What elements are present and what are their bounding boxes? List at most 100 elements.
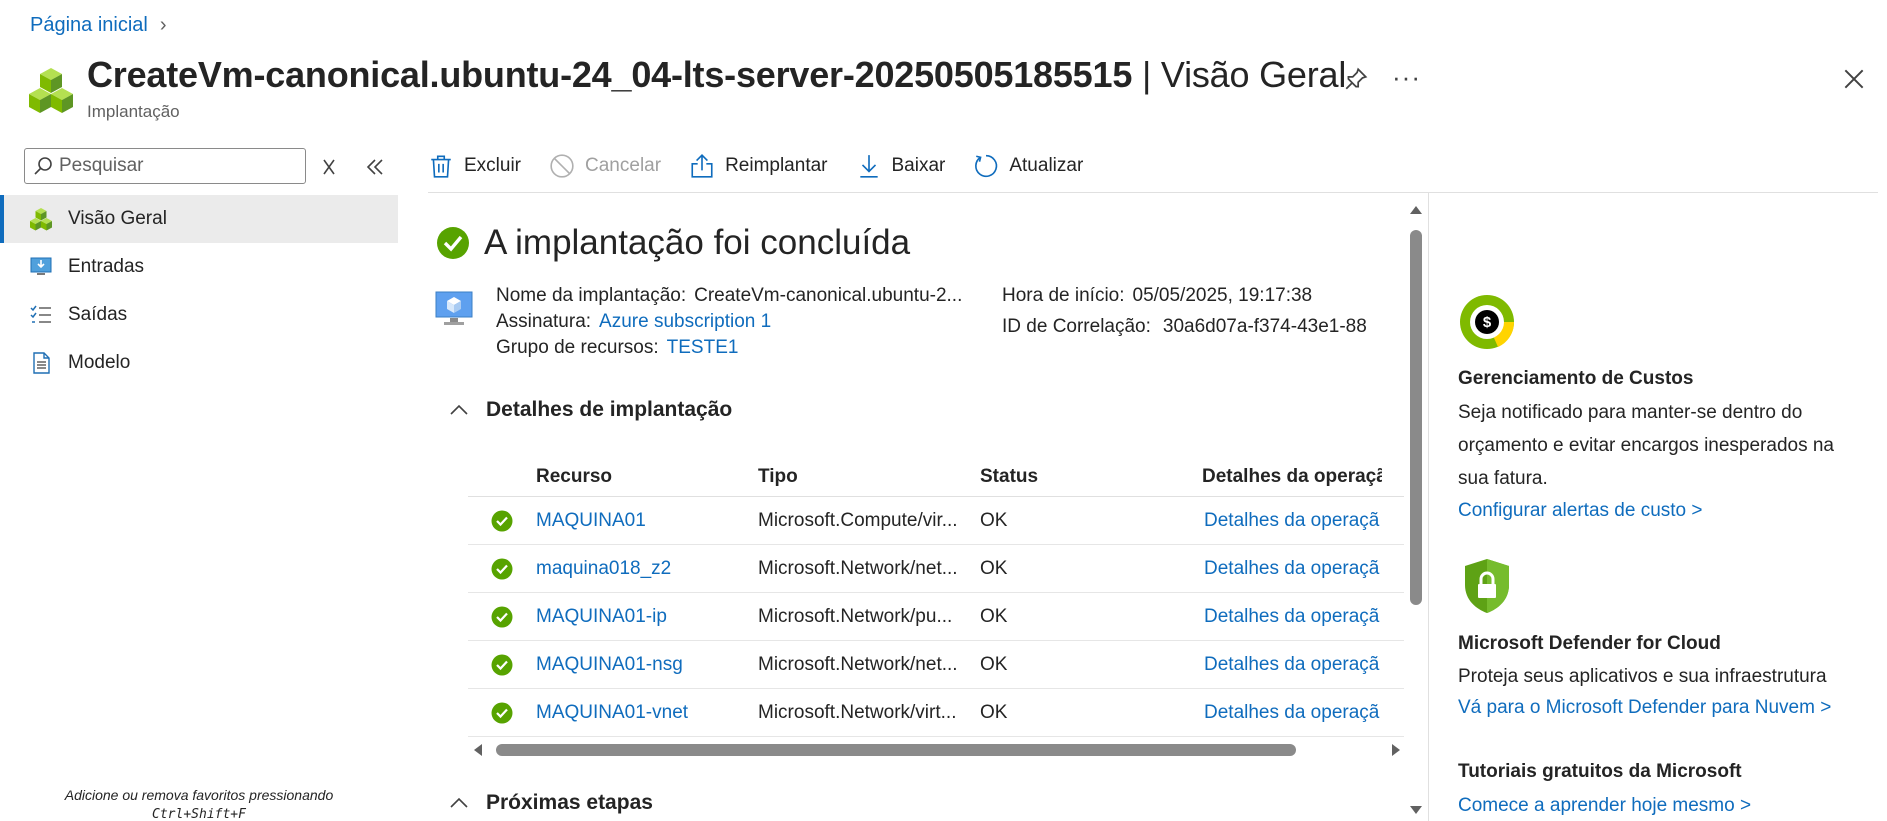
chevron-up-icon (450, 797, 468, 808)
success-check-icon (491, 510, 513, 531)
defender-title: Microsoft Defender for Cloud (1458, 633, 1721, 654)
search-box (24, 148, 306, 184)
resource-type: Microsoft.Network/virt... (758, 701, 957, 723)
success-check-icon (491, 558, 513, 579)
resource-status: OK (980, 653, 1008, 675)
table-row: MAQUINA01-vnet Microsoft.Network/virt... O… (468, 689, 1404, 737)
sidebar-item-label: Entradas (68, 256, 145, 277)
deployment-info-left: Nome da implantação: CreateVm-canonical.u… (496, 285, 963, 358)
operation-details-link[interactable]: Detalhes da operaçã (1204, 558, 1379, 579)
sidebar-item-label: Modelo (68, 352, 131, 373)
vertical-scrollbar[interactable] (1406, 200, 1426, 821)
refresh-icon (975, 154, 998, 178)
cancel-icon (550, 154, 574, 178)
sidebar-item-inputs[interactable]: Entradas (0, 243, 398, 291)
deployment-info-right: Hora de início: 05/05/2025, 19:17:38 ID d… (1002, 285, 1367, 337)
success-check-icon (491, 654, 513, 675)
search-icon (34, 157, 52, 175)
sidebar-item-label: Visão Geral (68, 208, 167, 229)
document-icon (33, 352, 50, 374)
chevron-up-icon (450, 404, 468, 415)
cubes-icon (30, 208, 52, 231)
deployment-details-toggle[interactable]: Detalhes de implantação (448, 398, 732, 422)
defender-text: Proteja seus aplicativos e sua infraestr… (1458, 666, 1827, 687)
upload-icon (691, 154, 713, 178)
cost-management-icon: $ (1460, 295, 1515, 349)
cubes-icon (29, 68, 73, 113)
breadcrumb-home-link[interactable]: Página inicial (30, 14, 148, 37)
chevron-right-icon: › (159, 14, 167, 36)
defender-link[interactable]: Vá para o Microsoft Defender para Nuvem … (1458, 697, 1831, 719)
operation-details-link[interactable]: Detalhes da operaçã (1204, 510, 1379, 531)
clear-filter-icon[interactable] (318, 156, 340, 178)
resource-status: OK (980, 701, 1008, 723)
scroll-down-icon[interactable] (1409, 804, 1423, 816)
collapse-sidebar-icon[interactable] (363, 156, 387, 178)
sidebar-item-overview[interactable]: Visão Geral (0, 195, 398, 243)
resource-type: Microsoft.Network/net... (758, 653, 958, 675)
checklist-icon (30, 305, 51, 323)
scroll-left-icon[interactable] (472, 743, 484, 757)
redeploy-button[interactable]: Reimplantar (689, 153, 828, 179)
subscription-link[interactable]: Azure subscription 1 (599, 311, 771, 332)
favorites-hint: Adicione ou remova favoritos pressionand… (64, 787, 334, 821)
resource-link[interactable]: MAQUINA01-ip (536, 606, 667, 627)
close-icon[interactable] (1841, 66, 1867, 92)
tutorials-title: Tutoriais gratuitos da Microsoft (1458, 761, 1742, 782)
tutorials-link[interactable]: Comece a aprender hoje mesmo > (1458, 795, 1751, 817)
delete-button[interactable]: Excluir (428, 153, 521, 179)
next-steps-toggle[interactable]: Próximas etapas (448, 791, 653, 815)
table-header: Recurso Tipo Status Detalhes da operaçã (468, 457, 1404, 497)
column-header-operation-details[interactable]: Detalhes da operaçã (1202, 466, 1382, 488)
resource-link[interactable]: MAQUINA01 (536, 510, 646, 531)
resource-link[interactable]: MAQUINA01-nsg (536, 654, 683, 675)
resource-type: Microsoft.Network/pu... (758, 605, 953, 627)
success-check-icon (437, 227, 469, 259)
table-row: MAQUINA01-ip Microsoft.Network/pu... OK Det… (468, 593, 1404, 641)
page-title: CreateVm-canonical.ubuntu-24_04-lts-serv… (87, 54, 1347, 95)
cancel-button[interactable]: Cancelar (549, 153, 661, 179)
monitor-download-icon (30, 257, 52, 275)
column-header-type[interactable]: Tipo (758, 466, 980, 488)
scroll-up-icon[interactable] (1409, 204, 1423, 216)
resource-status: OK (980, 605, 1008, 627)
vertical-scroll-thumb[interactable] (1410, 230, 1422, 605)
column-header-status[interactable]: Status (980, 466, 1202, 488)
operation-details-link[interactable]: Detalhes da operaçã (1204, 654, 1379, 675)
start-time-value: 05/05/2025, 19:17:38 (1132, 285, 1313, 306)
sidebar-item-outputs[interactable]: Saídas (0, 291, 398, 339)
operation-details-link[interactable]: Detalhes da operaçã (1204, 702, 1379, 723)
success-check-icon (491, 606, 513, 627)
pin-icon[interactable] (1343, 66, 1369, 92)
sidebar-nav: Visão Geral Entradas Saídas Modelo (0, 195, 398, 387)
operation-details-link[interactable]: Detalhes da operaçã (1204, 606, 1379, 627)
page-subtitle: Implantação (87, 102, 180, 121)
configure-cost-alerts-link[interactable]: Configurar alertas de custo > (1458, 500, 1703, 522)
cost-management-title: Gerenciamento de Custos (1458, 368, 1694, 389)
deployment-details-table: Recurso Tipo Status Detalhes da operaçã … (468, 457, 1404, 737)
shield-icon (1465, 559, 1509, 613)
correlation-id-value: 30a6d07a-f374-43e1-88 (1162, 316, 1367, 337)
horizontal-scrollbar[interactable] (468, 738, 1404, 762)
more-options-button[interactable]: ··· (1392, 62, 1421, 93)
resource-link[interactable]: MAQUINA01-vnet (536, 702, 688, 723)
resource-type: Microsoft.Compute/vir... (758, 509, 958, 531)
panel-divider (1428, 193, 1429, 821)
main-content: A implantação foi concluída Nome da impl… (428, 193, 1408, 821)
svg-text:$: $ (1483, 314, 1492, 331)
table-row: maquina018_z2 Microsoft.Network/net... OK D… (468, 545, 1404, 593)
resource-type: Microsoft.Network/net... (758, 557, 958, 579)
search-input[interactable] (59, 155, 289, 177)
column-header-resource[interactable]: Recurso (536, 466, 758, 488)
sidebar-item-template[interactable]: Modelo (0, 339, 398, 387)
resource-group-link[interactable]: TESTE1 (667, 337, 739, 358)
horizontal-scroll-thumb[interactable] (496, 744, 1296, 756)
refresh-button[interactable]: Atualizar (973, 153, 1083, 179)
deployment-monitor-icon (435, 291, 473, 325)
cost-management-text: Seja notificado para manter-se dentro do… (1458, 402, 1835, 489)
download-button[interactable]: Baixar (856, 153, 945, 179)
breadcrumb: Página inicial › (30, 14, 167, 37)
resource-status: OK (980, 509, 1008, 531)
scroll-right-icon[interactable] (1390, 743, 1402, 757)
resource-link[interactable]: maquina018_z2 (536, 558, 671, 579)
